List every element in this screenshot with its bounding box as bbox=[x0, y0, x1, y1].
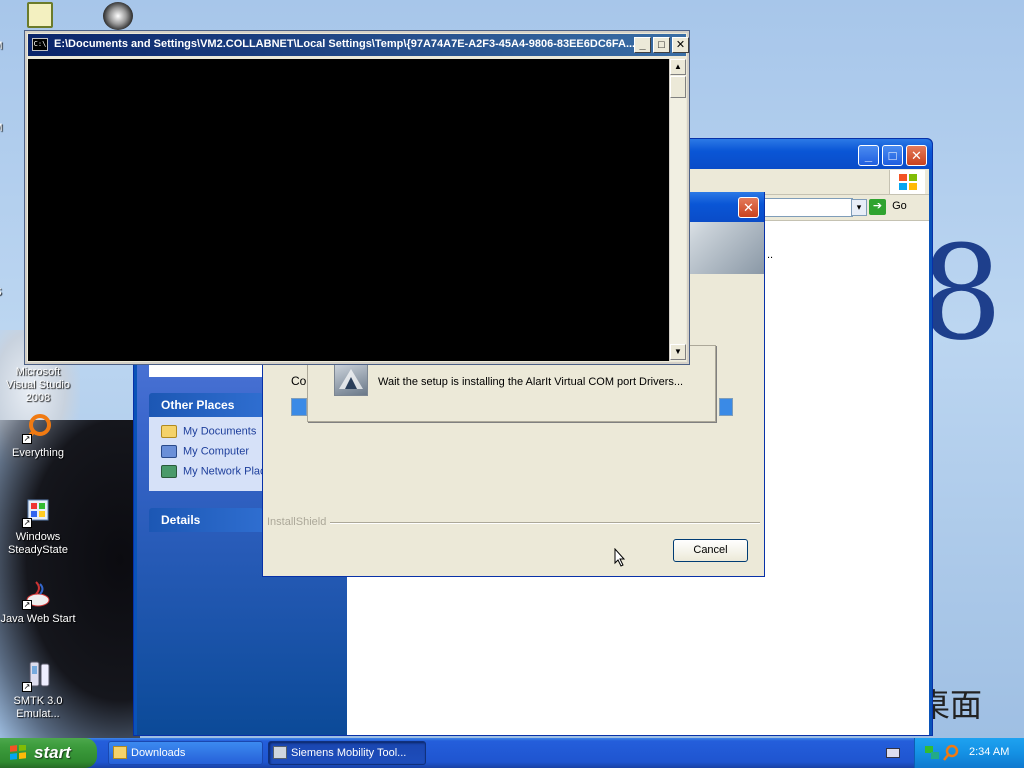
console-title: E:\Documents and Settings\VM2.COLLABNET\… bbox=[54, 38, 634, 50]
desktop-icon-label: Java Web Start bbox=[0, 613, 76, 625]
cancel-button[interactable]: Cancel bbox=[673, 539, 748, 562]
address-dropdown-button[interactable]: ▾ bbox=[851, 199, 867, 216]
search-tray-icon[interactable] bbox=[943, 744, 959, 762]
desktop-icon-everything[interactable]: ↗ Everything bbox=[0, 412, 76, 460]
setup-progress-bar-end bbox=[719, 398, 733, 416]
go-arrow-icon: ➔ bbox=[869, 199, 886, 215]
other-places-header[interactable]: Other Places bbox=[149, 393, 263, 417]
system-tray: 2:34 AM bbox=[914, 738, 1024, 768]
raccoon-icon bbox=[103, 2, 133, 30]
setup-separator bbox=[323, 522, 760, 524]
taskbar-item-downloads[interactable]: Downloads bbox=[108, 741, 263, 765]
network-tray-icon[interactable] bbox=[925, 746, 939, 760]
keyboard-icon[interactable] bbox=[886, 748, 900, 758]
steadystate-icon: ↗ bbox=[22, 496, 54, 528]
explorer-close-button[interactable]: ✕ bbox=[906, 145, 927, 166]
console-output[interactable] bbox=[28, 59, 669, 361]
console-scrollbar[interactable]: ▲ ▼ bbox=[669, 59, 686, 361]
explorer-maximize-button[interactable]: □ bbox=[882, 145, 903, 166]
start-label: start bbox=[34, 743, 71, 762]
desktop-icon-label: Microsoft Visual Studio 2008 bbox=[5, 366, 70, 404]
go-label: Go bbox=[892, 200, 907, 212]
desktop-icon-java[interactable]: ↗ Java Web Start bbox=[0, 578, 76, 626]
shortcut-arrow-icon: ↗ bbox=[22, 600, 32, 610]
scroll-thumb[interactable] bbox=[670, 76, 686, 98]
everything-search-icon: ↗ bbox=[22, 412, 54, 444]
shortcut-arrow-icon: ↗ bbox=[22, 434, 32, 444]
content-dots: .. bbox=[767, 249, 774, 261]
windows-flag-icon bbox=[10, 745, 26, 760]
mouse-cursor-icon bbox=[614, 548, 626, 567]
desktop-icon-label-clipped: M bbox=[0, 122, 18, 135]
desktop-icon-raccoon[interactable] bbox=[80, 2, 156, 33]
go-button[interactable]: ➔ Go bbox=[869, 199, 911, 217]
desktop-icon-label-clipped: M bbox=[0, 40, 18, 53]
desktop-icon-label: SMTK 3.0 Emulat... bbox=[13, 695, 63, 720]
explorer-minimize-button[interactable]: _ bbox=[858, 145, 879, 166]
console-maximize-button[interactable]: □ bbox=[653, 37, 670, 53]
taskbar-item-siemens[interactable]: Siemens Mobility Tool... bbox=[268, 741, 426, 765]
network-icon bbox=[27, 2, 53, 28]
setup-close-button[interactable]: ✕ bbox=[738, 197, 759, 218]
desktop-icon-label-clipped: S bbox=[0, 286, 18, 299]
details-header[interactable]: Details bbox=[149, 508, 263, 532]
console-titlebar[interactable]: C:\ E:\Documents and Settings\VM2.COLLAB… bbox=[28, 34, 689, 56]
desktop-icon-label: Windows SteadyState bbox=[8, 531, 68, 556]
start-button[interactable]: start bbox=[0, 738, 97, 768]
installshield-label: InstallShield bbox=[267, 516, 331, 528]
desktop-icon-label: Everything bbox=[12, 447, 64, 459]
clock[interactable]: 2:34 AM bbox=[969, 746, 1009, 758]
desktop-icon-visual-studio[interactable]: Microsoft Visual Studio 2008 bbox=[0, 366, 76, 405]
other-places-panel: My Documents My Computer My Network Plac bbox=[149, 417, 266, 491]
install-message: Wait the setup is installing the AlarIt … bbox=[378, 376, 684, 388]
console-icon: C:\ bbox=[32, 38, 48, 51]
scroll-down-button[interactable]: ▼ bbox=[670, 344, 686, 360]
installer-icon bbox=[273, 746, 287, 759]
scroll-up-button[interactable]: ▲ bbox=[670, 59, 686, 75]
console-window: C:\ E:\Documents and Settings\VM2.COLLAB… bbox=[24, 30, 690, 365]
network-places-icon bbox=[161, 465, 177, 478]
link-my-computer[interactable]: My Computer bbox=[161, 445, 249, 458]
setup-progress-bar bbox=[291, 398, 307, 416]
desktop-icon-network[interactable] bbox=[2, 2, 78, 31]
shortcut-arrow-icon: ↗ bbox=[22, 518, 32, 528]
desktop-icon-steadystate[interactable]: ↗ Windows SteadyState bbox=[0, 496, 76, 557]
computer-icon bbox=[161, 445, 177, 458]
installer-icon bbox=[334, 362, 368, 396]
console-close-button[interactable]: ✕ bbox=[672, 37, 689, 53]
desktop-icon-emulator[interactable]: ↗ SMTK 3.0 Emulat... bbox=[0, 660, 76, 721]
windows-logo-icon bbox=[889, 170, 925, 194]
console-minimize-button[interactable]: _ bbox=[634, 37, 651, 53]
emulator-icon: ↗ bbox=[22, 660, 54, 692]
link-my-network-places[interactable]: My Network Plac bbox=[161, 465, 266, 478]
taskbar: start Downloads Siemens Mobility Tool...… bbox=[0, 738, 1024, 768]
folder-icon bbox=[113, 746, 127, 759]
link-my-documents[interactable]: My Documents bbox=[161, 425, 256, 438]
shortcut-arrow-icon: ↗ bbox=[22, 682, 32, 692]
java-icon: ↗ bbox=[22, 578, 54, 610]
folder-icon bbox=[161, 425, 177, 438]
